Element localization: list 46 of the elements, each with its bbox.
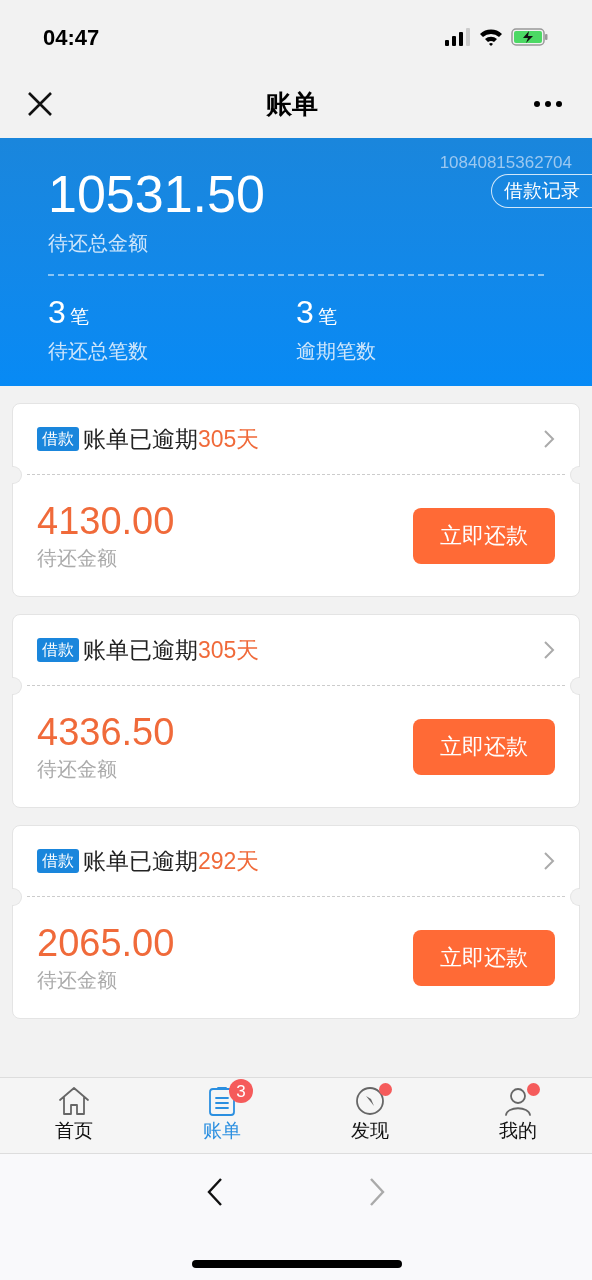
loan-tag: 借款 [37, 638, 79, 662]
bill-amount: 2065.00 [37, 920, 175, 965]
total-amount: 10531.50 [48, 164, 265, 224]
bill-amount: 4130.00 [37, 498, 175, 543]
stat-label: 待还总笔数 [48, 339, 149, 364]
loan-tag: 借款 [37, 427, 79, 451]
ticket-notch [570, 677, 580, 695]
overdue-status: 账单已逾期292天 [83, 846, 260, 876]
bill-card[interactable]: 借款 账单已逾期305天 4336.50 待还金额 立即还款 [12, 614, 580, 808]
page-title: 账单 [266, 87, 318, 121]
ticket-notch [12, 888, 22, 906]
chevron-right-icon [543, 640, 555, 660]
ticket-notch [570, 888, 580, 906]
account-number: 10840815362704 [439, 152, 572, 174]
stat-value: 3 笔 [48, 293, 90, 332]
bill-amount: 4336.50 [37, 709, 175, 754]
wifi-icon [479, 28, 503, 46]
battery-icon [511, 27, 549, 47]
chevron-right-icon [543, 851, 555, 871]
ticket-notch [570, 466, 580, 484]
ticket-notch [12, 677, 22, 695]
list-icon [207, 1085, 237, 1118]
status-time: 04:47 [43, 23, 100, 52]
stat-label: 逾期笔数 [296, 339, 377, 364]
chevron-right-icon [369, 1177, 385, 1207]
overdue-status: 账单已逾期305天 [83, 424, 260, 454]
count-badge: 3 [229, 1079, 253, 1104]
tab-item[interactable]: 发现 [296, 1078, 444, 1153]
bill-card[interactable]: 借款 账单已逾期292天 2065.00 待还金额 立即还款 [12, 825, 580, 1019]
amount-label: 待还金额 [37, 756, 118, 782]
chevron-right-icon [543, 429, 555, 449]
ticket-notch [12, 466, 22, 484]
total-label: 待还总金额 [48, 231, 149, 256]
compass-icon [354, 1085, 386, 1118]
overdue-status: 账单已逾期305天 [83, 635, 260, 665]
tab-item[interactable]: 我的 [444, 1078, 592, 1153]
bill-card[interactable]: 借款 账单已逾期305天 4130.00 待还金额 立即还款 [12, 403, 580, 597]
home-icon [57, 1085, 91, 1118]
loan-tag: 借款 [37, 849, 79, 873]
user-icon [502, 1085, 534, 1118]
amount-label: 待还金额 [37, 545, 118, 571]
tab-item[interactable]: 首页 [0, 1078, 148, 1153]
chevron-left-icon [207, 1177, 223, 1207]
signal-icon [445, 28, 471, 46]
amount-label: 待还金额 [37, 967, 118, 993]
stat-value: 3 笔 [296, 293, 338, 332]
